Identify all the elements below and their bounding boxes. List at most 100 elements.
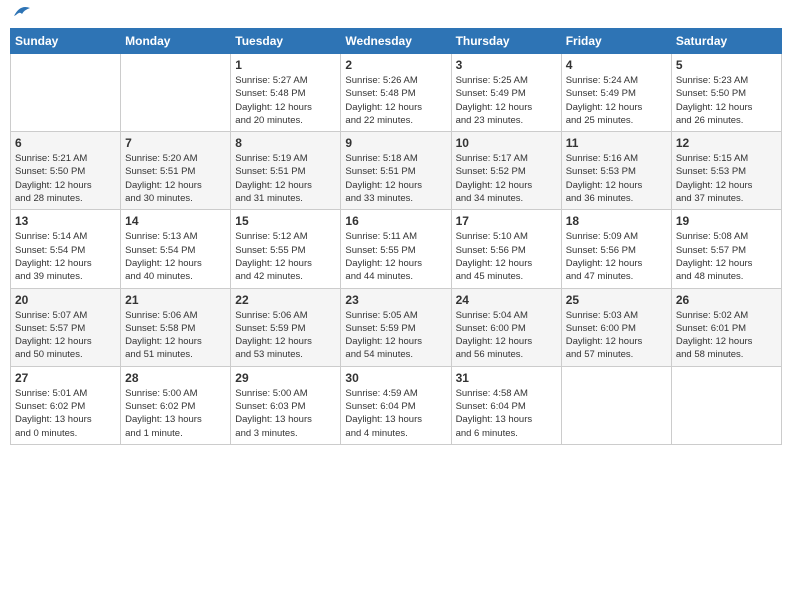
logo-bird-icon [12, 2, 34, 20]
day-number: 10 [456, 136, 557, 150]
calendar-day-cell: 9 Sunrise: 5:18 AM Sunset: 5:51 PM Daylig… [341, 132, 451, 210]
calendar-week-row: 1 Sunrise: 5:27 AM Sunset: 5:48 PM Daylig… [11, 54, 782, 132]
day-number: 21 [125, 293, 226, 307]
day-of-week-header: Thursday [451, 29, 561, 54]
day-number: 22 [235, 293, 336, 307]
calendar-day-cell: 30 Sunrise: 4:59 AM Sunset: 6:04 PM Dayli… [341, 366, 451, 444]
day-info: Sunrise: 5:13 AM Sunset: 5:54 PM Dayligh… [125, 230, 226, 283]
header [10, 10, 782, 20]
day-info: Sunrise: 5:18 AM Sunset: 5:51 PM Dayligh… [345, 152, 446, 205]
calendar-day-cell: 19Sunrise: 5:08 AM Sunset: 5:57 PM Dayli… [671, 210, 781, 288]
day-number: 23 [345, 293, 446, 307]
day-number: 14 [125, 214, 226, 228]
day-number: 16 [345, 214, 446, 228]
day-of-week-header: Saturday [671, 29, 781, 54]
day-info: Sunrise: 5:00 AM Sunset: 6:03 PM Dayligh… [235, 387, 336, 440]
calendar-day-cell: 21 Sunrise: 5:06 AM Sunset: 5:58 PM Dayli… [121, 288, 231, 366]
calendar-day-cell: 4 Sunrise: 5:24 AM Sunset: 5:49 PM Daylig… [561, 54, 671, 132]
calendar-day-cell: 27 Sunrise: 5:01 AM Sunset: 6:02 PM Dayli… [11, 366, 121, 444]
day-info: Sunrise: 5:07 AM Sunset: 5:57 PM Dayligh… [15, 309, 116, 362]
logo [10, 10, 34, 20]
calendar-day-cell [671, 366, 781, 444]
day-number: 6 [15, 136, 116, 150]
day-info: Sunrise: 5:27 AM Sunset: 5:48 PM Dayligh… [235, 74, 336, 127]
day-info: Sunrise: 5:20 AM Sunset: 5:51 PM Dayligh… [125, 152, 226, 205]
day-number: 27 [15, 371, 116, 385]
day-number: 20 [15, 293, 116, 307]
calendar-day-cell: 22 Sunrise: 5:06 AM Sunset: 5:59 PM Dayli… [231, 288, 341, 366]
day-info: Sunrise: 5:10 AM Sunset: 5:56 PM Dayligh… [456, 230, 557, 283]
calendar-day-cell [11, 54, 121, 132]
day-info: Sunrise: 5:06 AM Sunset: 5:59 PM Dayligh… [235, 309, 336, 362]
day-info: Sunrise: 5:23 AM Sunset: 5:50 PM Dayligh… [676, 74, 777, 127]
calendar-day-cell: 28 Sunrise: 5:00 AM Sunset: 6:02 PM Dayli… [121, 366, 231, 444]
calendar-day-cell: 23Sunrise: 5:05 AM Sunset: 5:59 PM Dayli… [341, 288, 451, 366]
day-info: Sunrise: 5:02 AM Sunset: 6:01 PM Dayligh… [676, 309, 777, 362]
day-number: 11 [566, 136, 667, 150]
day-number: 9 [345, 136, 446, 150]
calendar-day-cell: 1 Sunrise: 5:27 AM Sunset: 5:48 PM Daylig… [231, 54, 341, 132]
day-info: Sunrise: 5:12 AM Sunset: 5:55 PM Dayligh… [235, 230, 336, 283]
calendar: SundayMondayTuesdayWednesdayThursdayFrid… [10, 28, 782, 445]
day-info: Sunrise: 5:26 AM Sunset: 5:48 PM Dayligh… [345, 74, 446, 127]
day-number: 15 [235, 214, 336, 228]
calendar-day-cell: 24Sunrise: 5:04 AM Sunset: 6:00 PM Dayli… [451, 288, 561, 366]
day-info: Sunrise: 4:59 AM Sunset: 6:04 PM Dayligh… [345, 387, 446, 440]
calendar-day-cell: 17 Sunrise: 5:10 AM Sunset: 5:56 PM Dayli… [451, 210, 561, 288]
day-info: Sunrise: 5:11 AM Sunset: 5:55 PM Dayligh… [345, 230, 446, 283]
day-number: 30 [345, 371, 446, 385]
calendar-week-row: 20 Sunrise: 5:07 AM Sunset: 5:57 PM Dayli… [11, 288, 782, 366]
calendar-week-row: 13Sunrise: 5:14 AM Sunset: 5:54 PM Dayli… [11, 210, 782, 288]
calendar-day-cell [561, 366, 671, 444]
calendar-day-cell: 20 Sunrise: 5:07 AM Sunset: 5:57 PM Dayli… [11, 288, 121, 366]
day-info: Sunrise: 5:17 AM Sunset: 5:52 PM Dayligh… [456, 152, 557, 205]
day-of-week-header: Wednesday [341, 29, 451, 54]
calendar-day-cell: 13Sunrise: 5:14 AM Sunset: 5:54 PM Dayli… [11, 210, 121, 288]
day-number: 17 [456, 214, 557, 228]
calendar-day-cell: 12 Sunrise: 5:15 AM Sunset: 5:53 PM Dayli… [671, 132, 781, 210]
calendar-day-cell: 3 Sunrise: 5:25 AM Sunset: 5:49 PM Daylig… [451, 54, 561, 132]
day-info: Sunrise: 5:06 AM Sunset: 5:58 PM Dayligh… [125, 309, 226, 362]
day-number: 3 [456, 58, 557, 72]
calendar-day-cell: 14 Sunrise: 5:13 AM Sunset: 5:54 PM Dayli… [121, 210, 231, 288]
day-number: 18 [566, 214, 667, 228]
day-info: Sunrise: 5:25 AM Sunset: 5:49 PM Dayligh… [456, 74, 557, 127]
calendar-day-cell: 26 Sunrise: 5:02 AM Sunset: 6:01 PM Dayli… [671, 288, 781, 366]
calendar-day-cell: 11 Sunrise: 5:16 AM Sunset: 5:53 PM Dayli… [561, 132, 671, 210]
calendar-day-cell: 31Sunrise: 4:58 AM Sunset: 6:04 PM Dayli… [451, 366, 561, 444]
day-of-week-header: Friday [561, 29, 671, 54]
calendar-body: 1 Sunrise: 5:27 AM Sunset: 5:48 PM Daylig… [11, 54, 782, 445]
day-info: Sunrise: 5:03 AM Sunset: 6:00 PM Dayligh… [566, 309, 667, 362]
day-info: Sunrise: 5:04 AM Sunset: 6:00 PM Dayligh… [456, 309, 557, 362]
day-info: Sunrise: 5:19 AM Sunset: 5:51 PM Dayligh… [235, 152, 336, 205]
calendar-header-row: SundayMondayTuesdayWednesdayThursdayFrid… [11, 29, 782, 54]
day-number: 28 [125, 371, 226, 385]
calendar-week-row: 27 Sunrise: 5:01 AM Sunset: 6:02 PM Dayli… [11, 366, 782, 444]
day-number: 29 [235, 371, 336, 385]
calendar-day-cell: 10 Sunrise: 5:17 AM Sunset: 5:52 PM Dayli… [451, 132, 561, 210]
day-info: Sunrise: 5:08 AM Sunset: 5:57 PM Dayligh… [676, 230, 777, 283]
day-number: 12 [676, 136, 777, 150]
calendar-day-cell: 29 Sunrise: 5:00 AM Sunset: 6:03 PM Dayli… [231, 366, 341, 444]
calendar-day-cell: 15 Sunrise: 5:12 AM Sunset: 5:55 PM Dayli… [231, 210, 341, 288]
day-info: Sunrise: 5:16 AM Sunset: 5:53 PM Dayligh… [566, 152, 667, 205]
day-info: Sunrise: 5:15 AM Sunset: 5:53 PM Dayligh… [676, 152, 777, 205]
calendar-day-cell [121, 54, 231, 132]
day-info: Sunrise: 5:01 AM Sunset: 6:02 PM Dayligh… [15, 387, 116, 440]
day-number: 4 [566, 58, 667, 72]
calendar-day-cell: 6 Sunrise: 5:21 AM Sunset: 5:50 PM Daylig… [11, 132, 121, 210]
calendar-day-cell: 8Sunrise: 5:19 AM Sunset: 5:51 PM Daylig… [231, 132, 341, 210]
calendar-day-cell: 5Sunrise: 5:23 AM Sunset: 5:50 PM Daylig… [671, 54, 781, 132]
day-number: 1 [235, 58, 336, 72]
day-info: Sunrise: 4:58 AM Sunset: 6:04 PM Dayligh… [456, 387, 557, 440]
day-number: 26 [676, 293, 777, 307]
day-info: Sunrise: 5:24 AM Sunset: 5:49 PM Dayligh… [566, 74, 667, 127]
calendar-day-cell: 18 Sunrise: 5:09 AM Sunset: 5:56 PM Dayli… [561, 210, 671, 288]
day-of-week-header: Sunday [11, 29, 121, 54]
day-info: Sunrise: 5:21 AM Sunset: 5:50 PM Dayligh… [15, 152, 116, 205]
day-number: 7 [125, 136, 226, 150]
day-info: Sunrise: 5:09 AM Sunset: 5:56 PM Dayligh… [566, 230, 667, 283]
calendar-day-cell: 25Sunrise: 5:03 AM Sunset: 6:00 PM Dayli… [561, 288, 671, 366]
day-info: Sunrise: 5:00 AM Sunset: 6:02 PM Dayligh… [125, 387, 226, 440]
calendar-day-cell: 16 Sunrise: 5:11 AM Sunset: 5:55 PM Dayli… [341, 210, 451, 288]
